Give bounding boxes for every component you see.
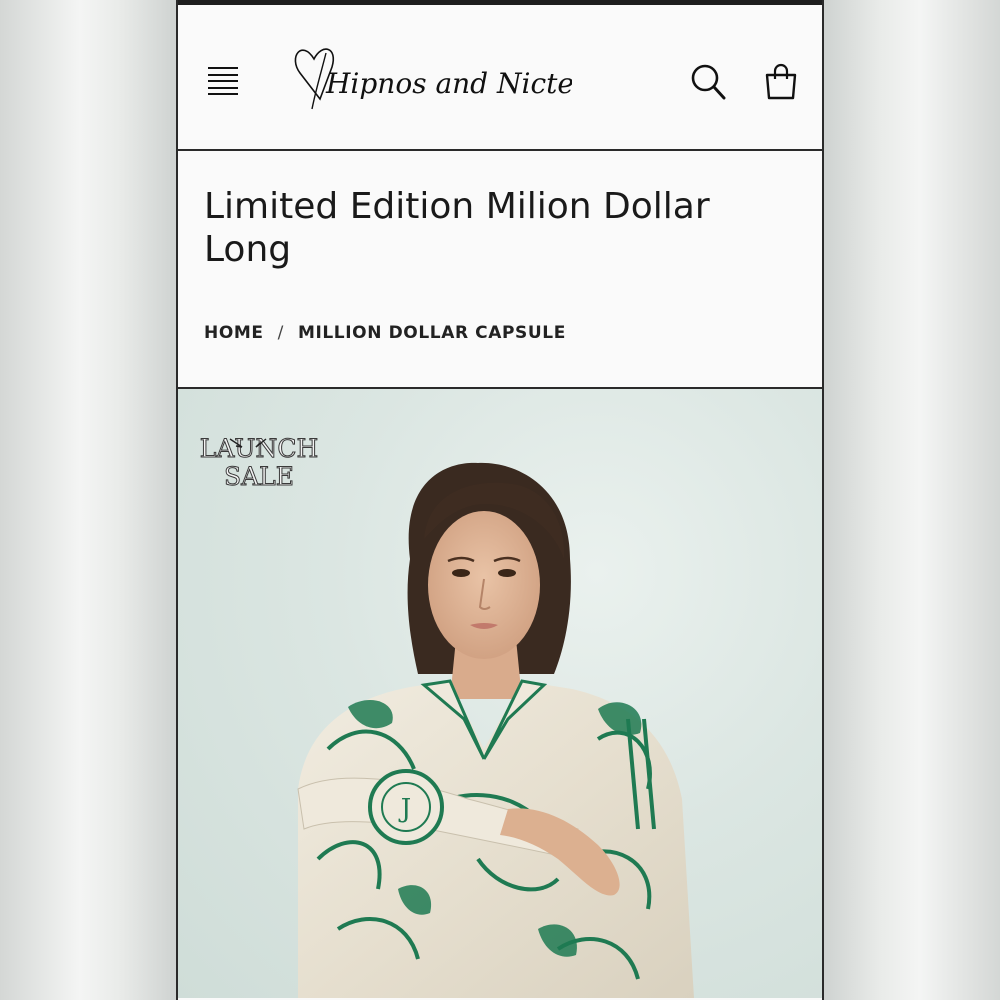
brand-logo[interactable]: Hipnos and Nicte bbox=[292, 39, 572, 129]
badge-line-2: SALE bbox=[224, 462, 294, 491]
site-header: Hipnos and Nicte bbox=[178, 5, 822, 151]
hamburger-menu-icon[interactable] bbox=[208, 67, 240, 95]
svg-text:J: J bbox=[398, 794, 411, 824]
badge-line-1: LAUNCH bbox=[200, 434, 319, 463]
logo-text: Hipnos and Nicte bbox=[325, 67, 572, 100]
breadcrumb: HOME / MILLION DOLLAR CAPSULE bbox=[204, 323, 566, 343]
breadcrumb-separator: / bbox=[277, 323, 284, 343]
breadcrumb-collection-link[interactable]: MILLION DOLLAR CAPSULE bbox=[298, 323, 566, 343]
shopping-bag-icon[interactable] bbox=[764, 61, 798, 101]
breadcrumb-home-link[interactable]: HOME bbox=[204, 323, 264, 343]
search-icon[interactable] bbox=[690, 61, 726, 101]
product-hero-image[interactable]: J LAUNCH SALE bbox=[178, 389, 822, 998]
launch-sale-badge: LAUNCH SALE bbox=[199, 434, 319, 492]
page-title: Limited Edition Milion Dollar Long bbox=[204, 186, 710, 270]
product-title-section: Limited Edition Milion Dollar Long HOME … bbox=[178, 151, 822, 389]
mobile-viewport: Hipnos and Nicte Limited Edition Milion … bbox=[176, 0, 824, 1000]
